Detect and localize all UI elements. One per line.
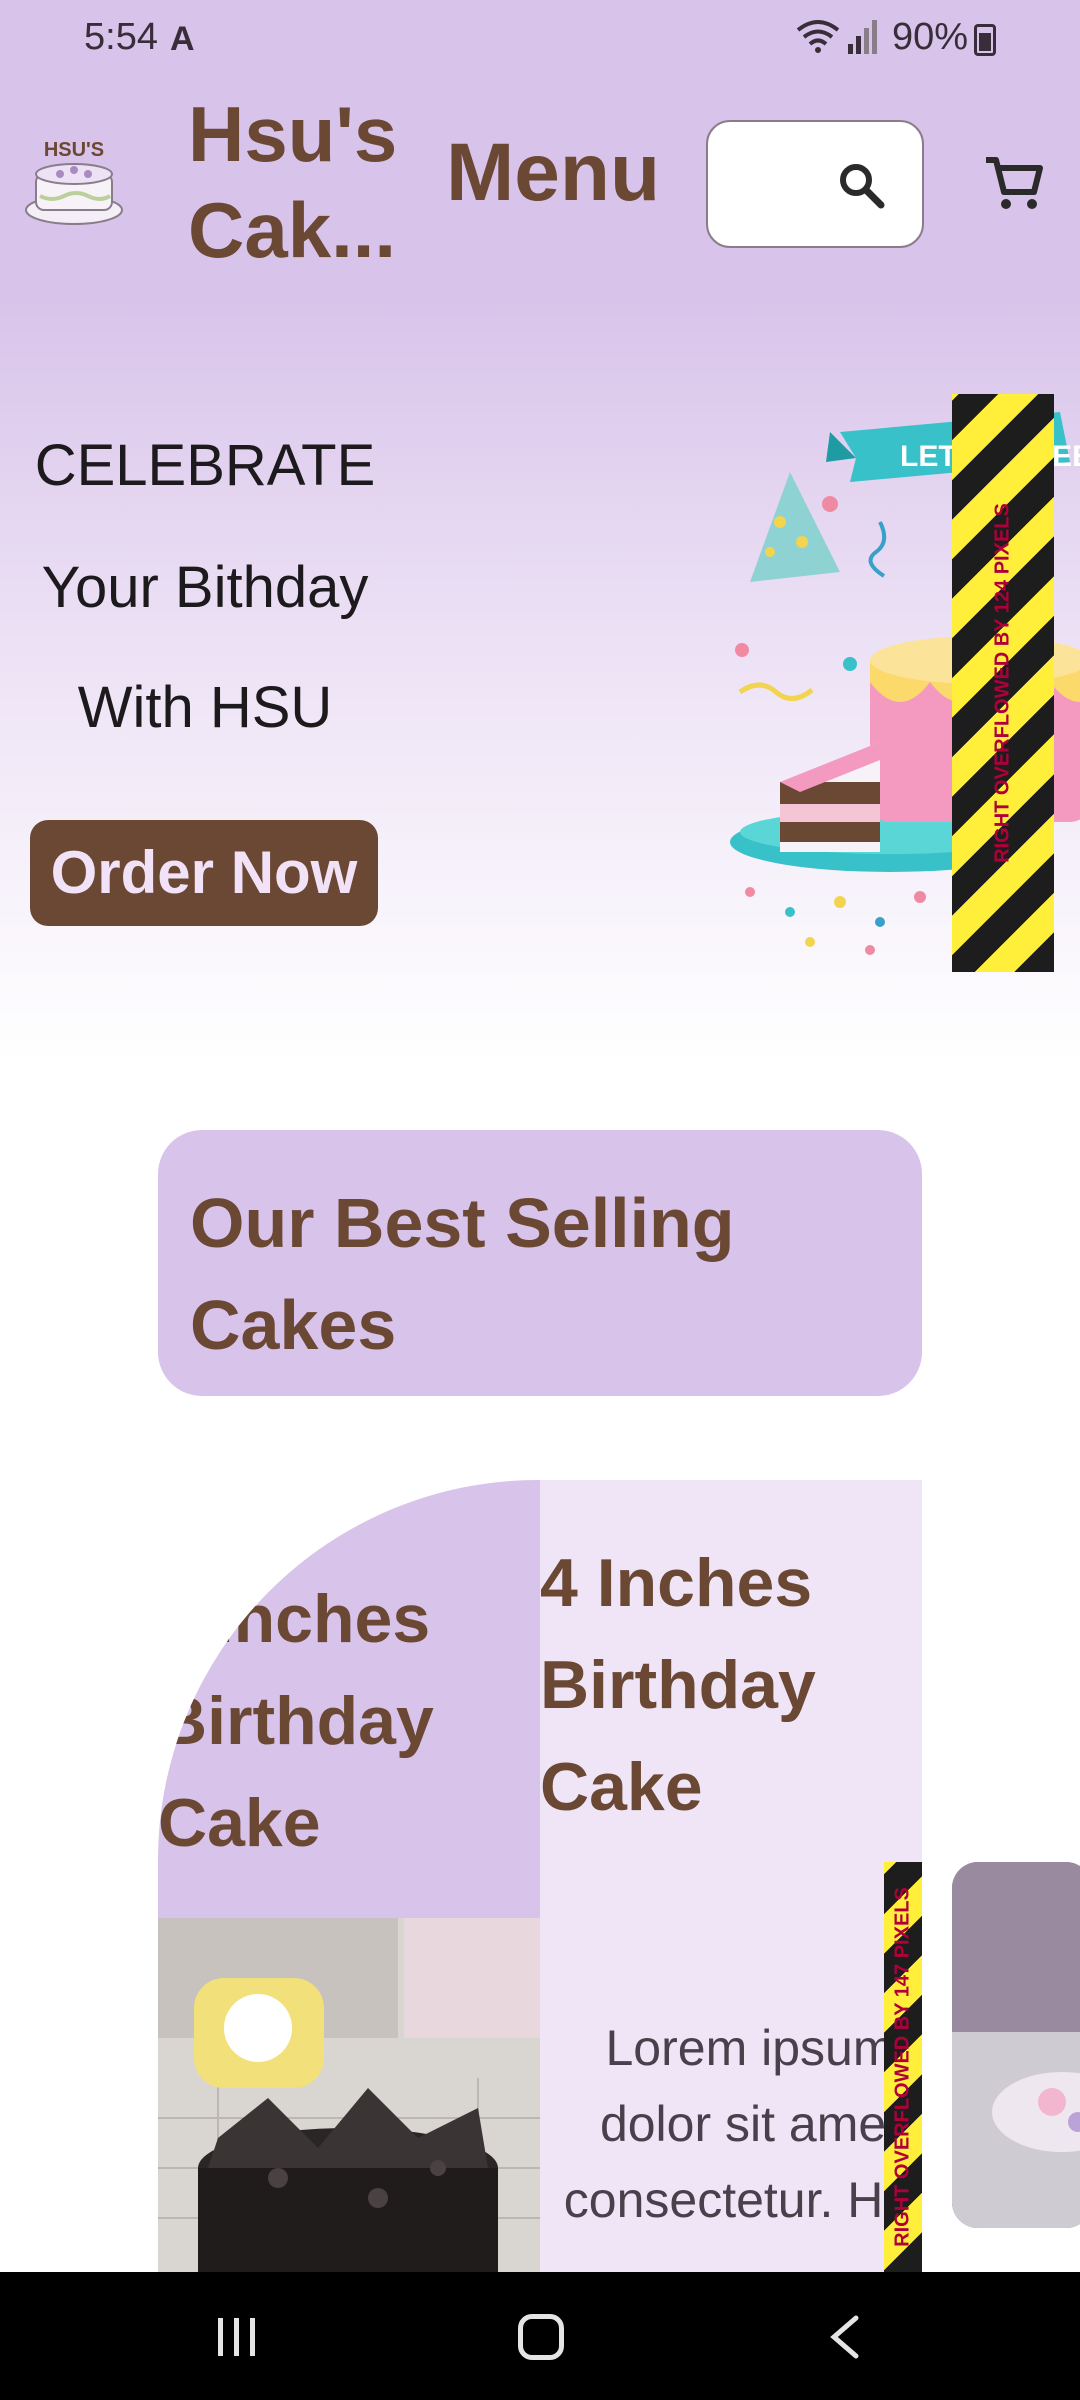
overflow-warning-text: RIGHT OVERFLOWED BY 147 PIXELS [891,1887,914,2247]
menu-title[interactable]: Menu [446,126,660,220]
recents-icon[interactable] [214,2316,260,2358]
svg-text:HSU'S: HSU'S [44,139,104,161]
best-selling-line2: Cakes [190,1286,397,1364]
status-bar: 5:54 A 90% [0,0,1080,76]
back-icon[interactable] [826,2314,862,2360]
cake-carousel[interactable]: 6 Inches Birthday Cake 4 Inches Birthday… [0,1480,1080,2272]
cake-photo-partial[interactable] [952,1862,1080,2228]
app-bar: HSU'S Hsu's Cak... Menu [0,76,1080,292]
cake-description: Lorem ipsum dolor sit amet consectetur. … [540,2010,922,2238]
cart-icon[interactable] [982,152,1046,216]
cake-title: 6 Inches Birthday Cake [158,1568,540,1874]
cake-desc-line3: consectetur. Hac [563,2172,922,2228]
cake-card-6-inch[interactable]: 6 Inches Birthday Cake [158,1480,540,2272]
cake-logo-icon[interactable]: HSU'S [22,130,126,230]
wifi-icon [796,20,840,53]
cake-title-line2: Birthday [540,1647,816,1723]
system-nav-bar [0,2272,1080,2400]
hero-subline: Your Bithday [41,555,369,620]
cake-title-line1: 6 Inches [158,1581,431,1657]
overflow-warning: RIGHT OVERFLOWED BY 147 PIXELS [884,1862,922,2272]
cake-photo[interactable] [158,1918,540,2272]
best-selling-heading: Our Best Selling Cakes [158,1130,922,1396]
app-title-line1: Hsu's [188,90,398,178]
auto-icon: A [170,20,195,58]
status-time: 5:54 [84,16,158,58]
hero-tagline: With HSU [77,675,333,740]
hero-banner: CELEBRATE Your Bithday With HSU Order No… [0,292,1080,1062]
cake-title-line2: Birthday [158,1683,434,1759]
search-icon[interactable] [836,160,886,210]
overflow-warning-text: RIGHT OVERFLOWED BY 124 PIXELS [991,503,1014,863]
search-input[interactable] [706,120,924,248]
cake-title-line1: 4 Inches [540,1545,813,1621]
signal-icon [848,20,877,54]
hero-headline: CELEBRATE [34,433,376,498]
cake-title: 4 Inches Birthday Cake [540,1532,816,1838]
cake-desc-line2: dolor sit amet [599,2096,901,2152]
cake-title-line3: Cake [158,1785,321,1861]
cake-desc-line1: Lorem ipsum [605,2020,895,2076]
cake-title-line3: Cake [540,1749,703,1825]
battery-percent: 90% [892,16,969,58]
home-icon[interactable] [518,2314,564,2360]
cake-card-4-inch[interactable]: 4 Inches Birthday Cake Lorem ipsum dolor… [540,1480,922,2272]
overflow-warning: RIGHT OVERFLOWED BY 124 PIXELS [952,394,1054,972]
app-title-line2: Cak... [188,186,397,274]
order-now-button[interactable]: Order Now [30,820,378,926]
battery-icon [974,24,996,56]
best-selling-line1: Our Best Selling [190,1184,735,1262]
app-title: Hsu's Cak... [188,86,418,278]
